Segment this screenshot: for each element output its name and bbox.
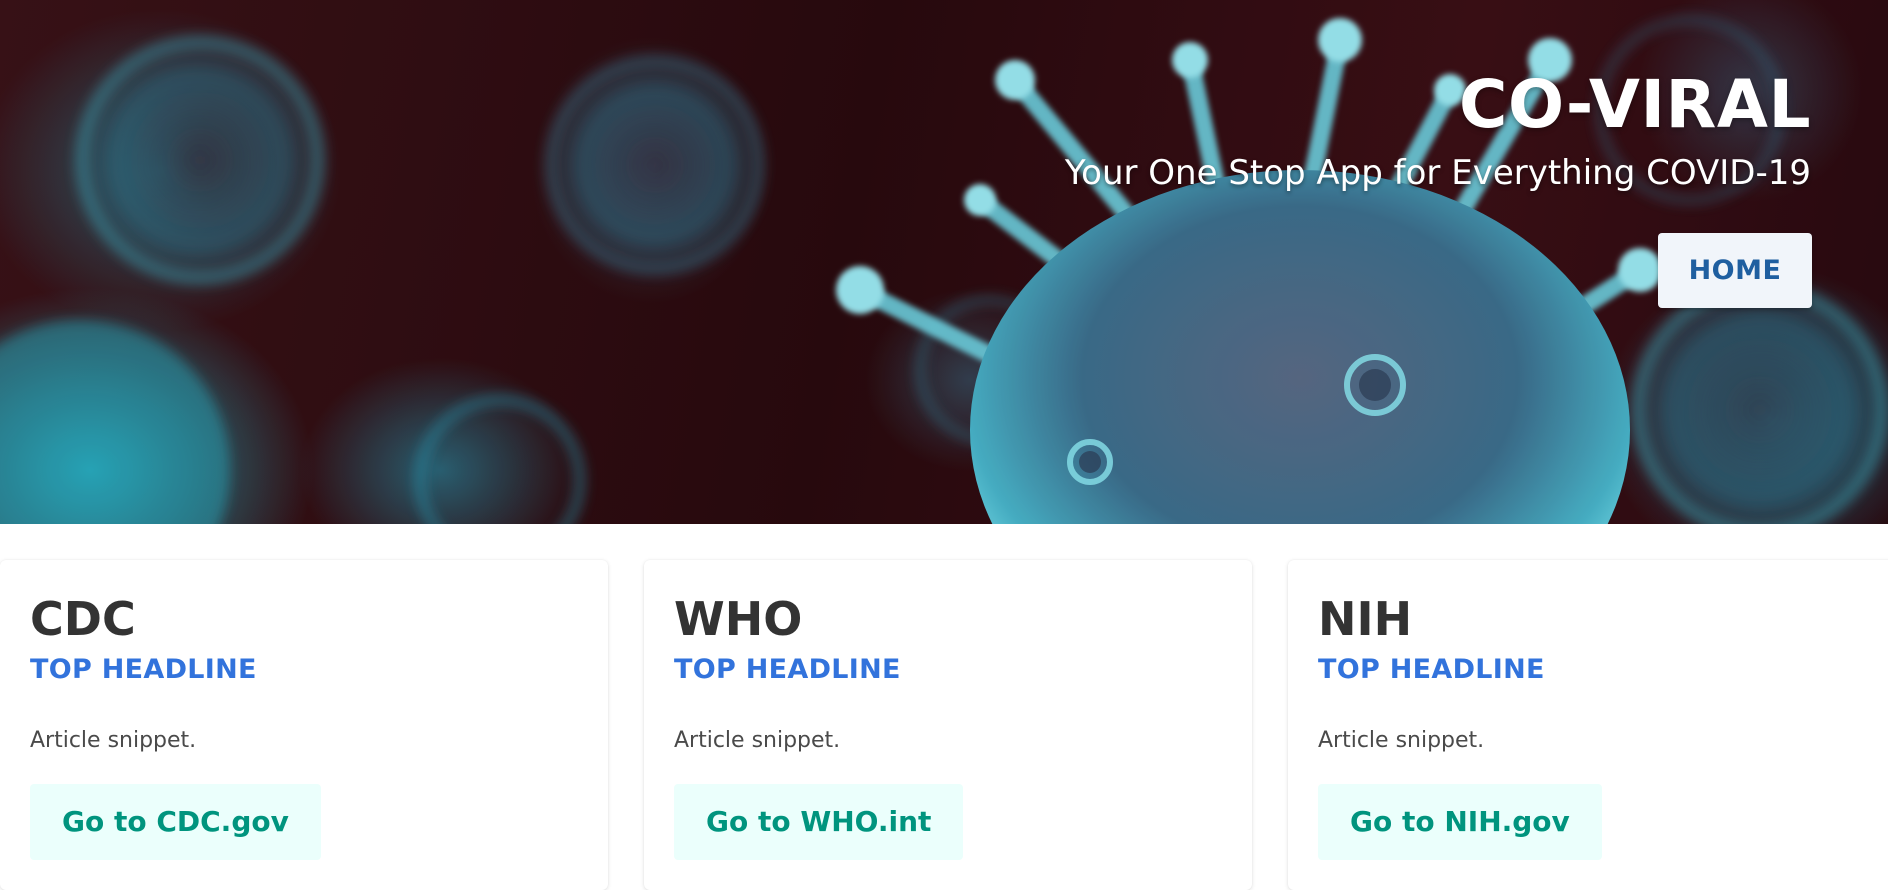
home-button[interactable]: HOME bbox=[1658, 233, 1812, 308]
app-tagline: Your One Stop App for Everything COVID-1… bbox=[1064, 153, 1811, 193]
card-headline: TOP HEADLINE bbox=[1318, 654, 1545, 685]
card-headline: TOP HEADLINE bbox=[674, 654, 901, 685]
card-title: NIH bbox=[1318, 592, 1413, 646]
card-headline: TOP HEADLINE bbox=[30, 654, 257, 685]
news-card-nih: NIH TOP HEADLINE Article snippet. Go to … bbox=[1288, 560, 1888, 890]
card-snippet: Article snippet. bbox=[674, 728, 841, 753]
go-to-nih-button[interactable]: Go to NIH.gov bbox=[1318, 784, 1602, 860]
go-to-cdc-button[interactable]: Go to CDC.gov bbox=[30, 784, 321, 860]
card-title: WHO bbox=[674, 592, 803, 646]
card-snippet: Article snippet. bbox=[30, 728, 197, 753]
news-card-who: WHO TOP HEADLINE Article snippet. Go to … bbox=[644, 560, 1252, 890]
app-title: CO-VIRAL bbox=[1459, 66, 1811, 143]
news-card-cdc: CDC TOP HEADLINE Article snippet. Go to … bbox=[0, 560, 608, 890]
card-title: CDC bbox=[30, 592, 136, 646]
hero-banner: CO-VIRAL Your One Stop App for Everythin… bbox=[0, 0, 1888, 524]
card-snippet: Article snippet. bbox=[1318, 728, 1485, 753]
go-to-who-button[interactable]: Go to WHO.int bbox=[674, 784, 964, 860]
